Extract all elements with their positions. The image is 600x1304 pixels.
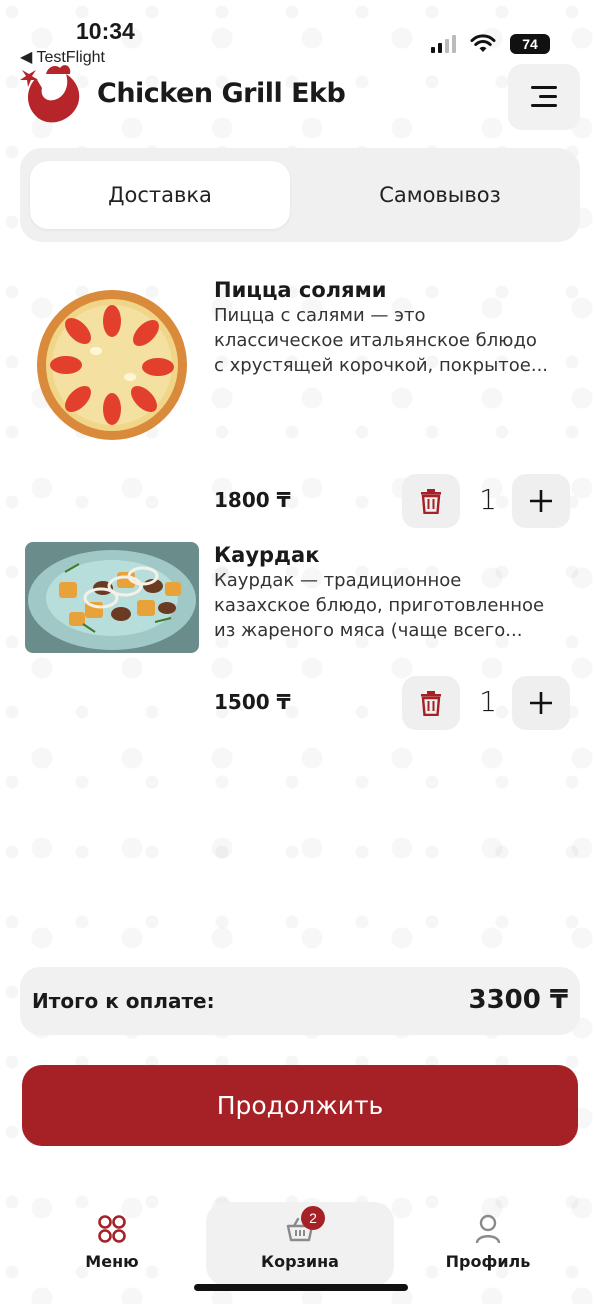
nav-label-menu: Меню	[85, 1252, 139, 1271]
trash-icon	[421, 691, 441, 716]
nav-label-cart: Корзина	[261, 1252, 339, 1271]
nav-item-profile[interactable]: Профиль	[394, 1202, 582, 1286]
cellular-signal-icon	[431, 35, 456, 53]
rooster-logo-icon	[16, 58, 88, 130]
item-quantity: 1	[479, 685, 497, 718]
increase-quantity-button[interactable]	[512, 676, 570, 730]
item-title: Пицца солями	[214, 278, 387, 302]
nav-label-profile: Профиль	[445, 1252, 531, 1271]
battery-indicator: 74	[510, 34, 550, 54]
plus-icon	[530, 692, 552, 714]
item-description: Пицца с салями — это классическое италья…	[214, 303, 574, 378]
item-description: Каурдак — традиционное казахское блюдо, …	[214, 568, 574, 643]
cart-count-badge: 2	[301, 1206, 325, 1230]
item-price: 1800 ₸	[214, 488, 291, 512]
nav-item-cart[interactable]: 2 Корзина	[206, 1202, 394, 1286]
pizza-image	[36, 289, 188, 445]
remove-item-button[interactable]	[402, 474, 460, 528]
menu-grid-icon	[97, 1214, 127, 1244]
item-title: Каурдак	[214, 543, 320, 567]
status-time: 10:34	[76, 18, 135, 44]
plus-icon	[530, 490, 552, 512]
user-icon	[475, 1214, 501, 1244]
delivery-mode-tabs: Доставка Самовывоз	[20, 148, 580, 242]
item-description-line: классическое итальянское блюдо	[214, 330, 537, 351]
item-description-line: казахское блюдо, приготовленное	[214, 595, 545, 616]
status-bar: 10:34 ◀ TestFlight 74	[0, 0, 600, 66]
tab-pickup[interactable]: Самовывоз	[310, 161, 570, 229]
hamburger-menu-button[interactable]	[508, 64, 580, 130]
hamburger-icon	[531, 86, 557, 108]
item-price: 1500 ₸	[214, 690, 291, 714]
item-description-line: с хрустящей корочкой, покрытое...	[214, 355, 549, 376]
item-description-line: Пицца с салями — это	[214, 305, 426, 326]
item-description-line: из жареного мяса (чаще всего...	[214, 620, 523, 641]
wifi-icon	[470, 34, 496, 52]
item-quantity: 1	[479, 483, 497, 516]
continue-button[interactable]: Продолжить	[22, 1065, 578, 1146]
nav-item-menu[interactable]: Меню	[18, 1202, 206, 1286]
item-description-line: Каурдак — традиционное	[214, 570, 462, 591]
status-icons: 74	[431, 34, 550, 54]
brand-name: Chicken Grill Ekb	[97, 78, 346, 109]
total-label: Итого к оплате:	[32, 989, 215, 1013]
basket-icon: 2	[285, 1206, 325, 1244]
trash-icon	[421, 489, 441, 514]
order-total: Итого к оплате: 3300 ₸	[20, 967, 580, 1035]
remove-item-button[interactable]	[402, 676, 460, 730]
total-value: 3300 ₸	[468, 985, 568, 1015]
home-indicator	[194, 1284, 408, 1291]
increase-quantity-button[interactable]	[512, 474, 570, 528]
kaurdak-image	[25, 542, 199, 657]
tab-delivery[interactable]: Доставка	[30, 161, 290, 229]
